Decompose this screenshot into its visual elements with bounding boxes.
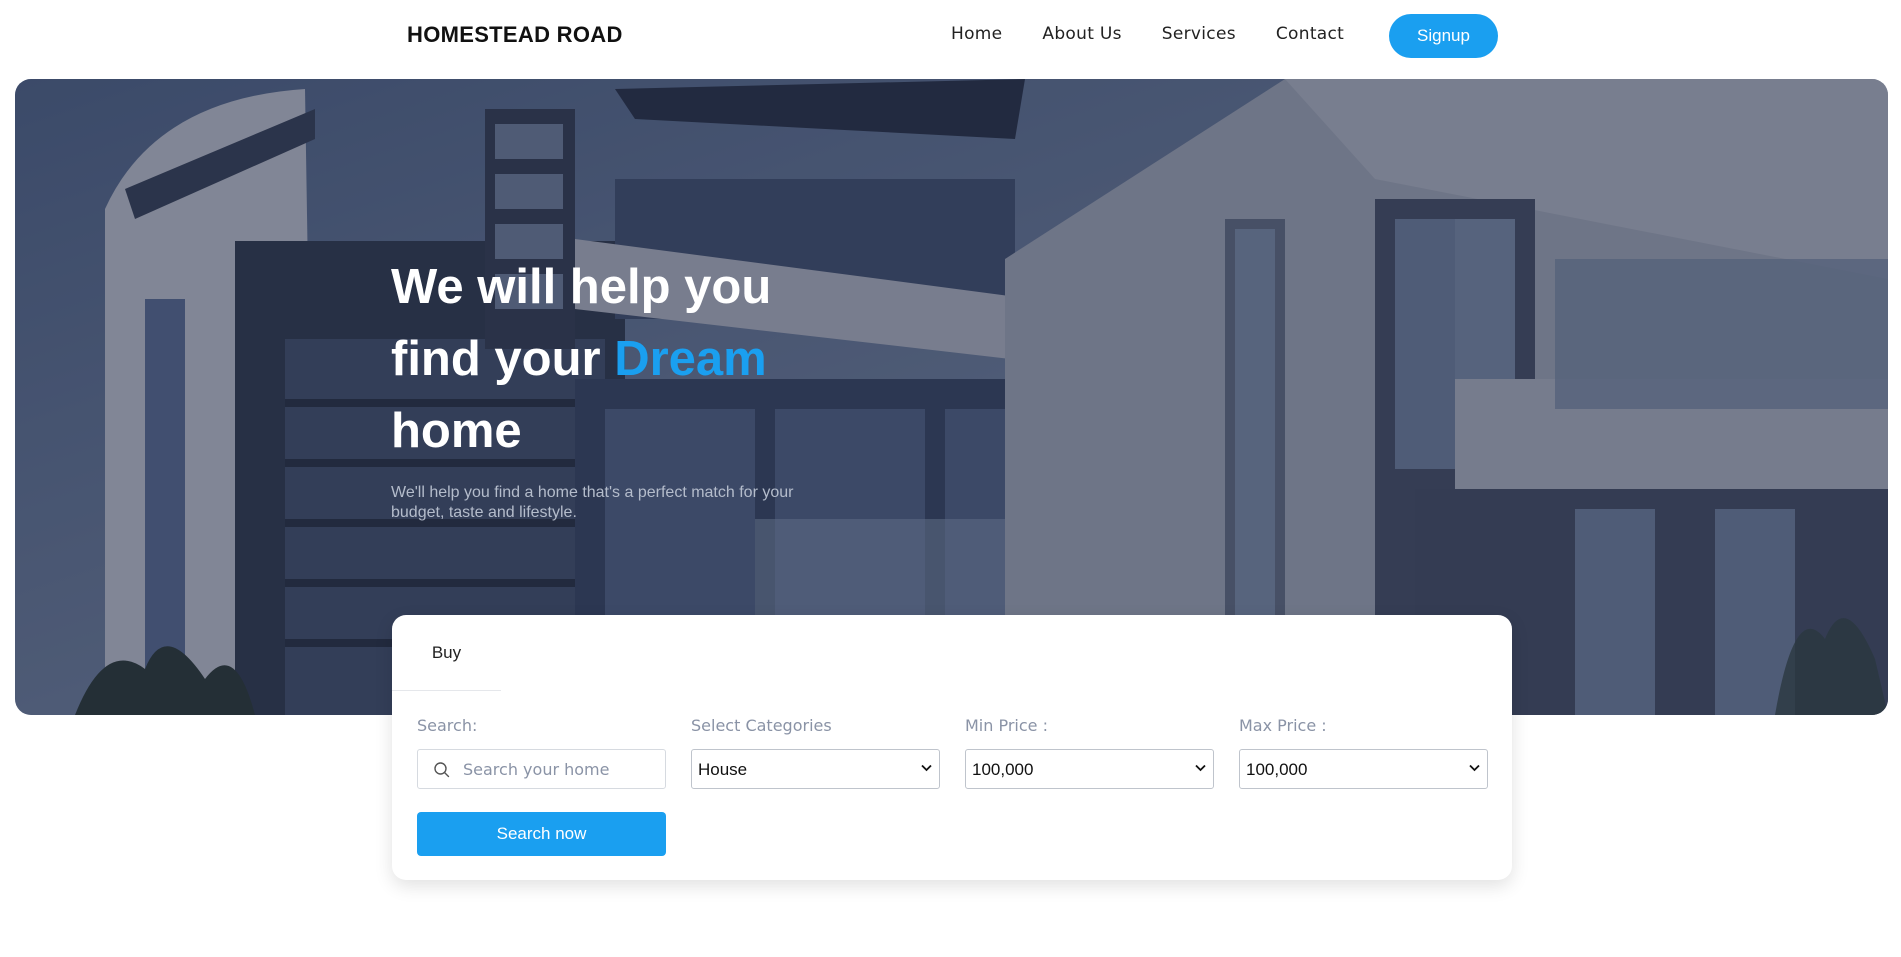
search-now-button[interactable]: Search now (417, 812, 666, 856)
hero-subtitle: We'll help you find a home that's a perf… (391, 484, 794, 521)
category-select-box: House (691, 749, 940, 789)
hero-title-line1: We will help you (391, 260, 772, 314)
min-price-select-value: 100,000 (972, 760, 1034, 779)
nav-link-contact[interactable]: Contact (1276, 24, 1344, 44)
max-price-select[interactable]: 100,000 (1239, 749, 1488, 789)
property-search-card: Buy Search: Select Categories House Min … (392, 615, 1512, 880)
brand-logo[interactable]: HOMESTEAD ROAD (407, 22, 623, 48)
min-price-select[interactable]: 100,000 (965, 749, 1214, 789)
hero-title-line2: find your (391, 332, 615, 386)
search-icon (434, 762, 450, 778)
category-label: Select Categories (691, 716, 832, 735)
hero-title-line3: home (391, 404, 522, 458)
nav-link-about-us[interactable]: About Us (1042, 24, 1121, 44)
max-price-field: Max Price : 100,000 (1239, 716, 1488, 789)
search-input-box (417, 749, 666, 789)
search-input[interactable] (418, 750, 665, 788)
tab-buy[interactable]: Buy (392, 615, 501, 691)
min-price-field: Min Price : 100,000 (965, 716, 1214, 789)
category-select[interactable]: House (691, 749, 940, 789)
hero-content: We will help you find your Dream home We… (391, 251, 831, 523)
min-price-select-box: 100,000 (965, 749, 1214, 789)
max-price-select-box: 100,000 (1239, 749, 1488, 789)
hero-title-accent: Dream (614, 332, 767, 386)
nav-link-home[interactable]: Home (951, 24, 1002, 44)
hero-title: We will help you find your Dream home (391, 251, 831, 467)
category-field: Select Categories House (691, 716, 940, 789)
chevron-down-icon (1469, 764, 1480, 772)
search-label: Search: (417, 716, 478, 735)
nav-links: Home About Us Services Contact (951, 24, 1384, 44)
category-select-value: House (698, 760, 748, 779)
max-price-label: Max Price : (1239, 716, 1327, 735)
chevron-down-icon (921, 764, 932, 772)
min-price-label: Min Price : (965, 716, 1048, 735)
search-field: Search: (417, 716, 666, 789)
navbar: HOMESTEAD ROAD Home About Us Services Co… (0, 0, 1901, 72)
nav-link-services[interactable]: Services (1162, 24, 1236, 44)
chevron-down-icon (1195, 764, 1206, 772)
signup-button[interactable]: Signup (1389, 14, 1498, 58)
max-price-select-value: 100,000 (1246, 760, 1308, 779)
